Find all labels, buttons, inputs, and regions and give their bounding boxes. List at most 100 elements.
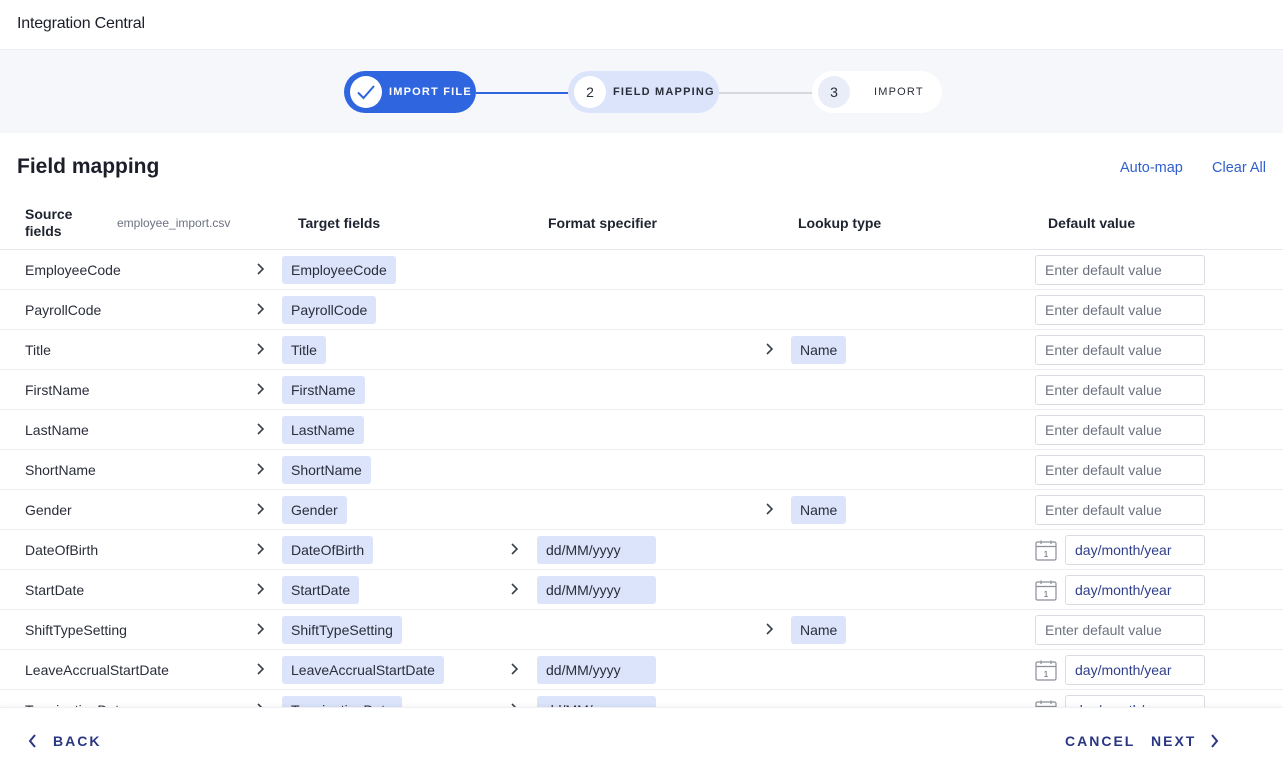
default-value-input[interactable] xyxy=(1035,295,1205,325)
chevron-right-icon[interactable] xyxy=(255,502,265,516)
stepper-connector-pending xyxy=(719,92,812,94)
chevron-right-icon[interactable] xyxy=(255,622,265,636)
next-label: NEXT xyxy=(1151,733,1197,749)
table-row: Gender Gender Name xyxy=(0,490,1283,530)
calendar-icon-day: 1 xyxy=(1044,590,1049,599)
step-label: IMPORT FILE xyxy=(389,86,472,98)
step-field-mapping[interactable]: 2 FIELD MAPPING xyxy=(568,71,719,113)
step-label: FIELD MAPPING xyxy=(613,86,715,98)
source-field-name: ShortName xyxy=(25,462,96,478)
default-date-input[interactable] xyxy=(1065,655,1205,685)
source-field-name: Gender xyxy=(25,502,72,518)
column-header-lookup-type: Lookup type xyxy=(798,215,882,231)
lookup-type-chip[interactable]: Name xyxy=(791,616,847,644)
column-header-format-specifier: Format specifier xyxy=(548,215,657,231)
app-title: Integration Central xyxy=(17,15,145,32)
auto-map-link[interactable]: Auto-map xyxy=(1120,160,1183,176)
chevron-right-icon[interactable] xyxy=(764,342,774,356)
target-field-chip[interactable]: LeaveAccrualStartDate xyxy=(282,656,444,684)
step-import-file[interactable]: IMPORT FILE xyxy=(344,71,476,113)
chevron-right-icon[interactable] xyxy=(255,422,265,436)
stepper-connector-completed xyxy=(476,92,568,94)
chevron-right-icon xyxy=(1211,734,1219,748)
chevron-right-icon[interactable] xyxy=(255,342,265,356)
target-field-chip[interactable]: Gender xyxy=(282,496,347,524)
table-row: LeaveAccrualStartDate LeaveAccrualStartDa… xyxy=(0,650,1283,690)
default-date-input[interactable] xyxy=(1065,695,1205,707)
default-value-input[interactable] xyxy=(1035,255,1205,285)
default-value-input[interactable] xyxy=(1035,495,1205,525)
table-row: TerminationDateTerminationDatedd/MM/yyyy… xyxy=(0,690,1283,707)
format-specifier-chip[interactable]: dd/MM/yyyy xyxy=(537,656,656,684)
target-field-chip[interactable]: StartDate xyxy=(282,576,360,604)
chevron-right-icon[interactable] xyxy=(764,502,774,516)
chevron-right-icon[interactable] xyxy=(255,462,265,476)
chevron-right-icon[interactable] xyxy=(255,302,265,316)
source-field-name: FirstName xyxy=(25,382,90,398)
step-import[interactable]: 3 IMPORT xyxy=(812,71,942,113)
table-row: FirstName FirstName xyxy=(0,370,1283,410)
default-date-input[interactable] xyxy=(1065,575,1205,605)
format-specifier-chip[interactable]: dd/MM/yyyy xyxy=(537,576,656,604)
lookup-type-chip[interactable]: Name xyxy=(791,496,847,524)
table-row: ShiftTypeSetting ShiftTypeSetting Name xyxy=(0,610,1283,650)
default-value-input[interactable] xyxy=(1035,615,1205,645)
next-button[interactable]: NEXT xyxy=(1151,733,1219,749)
source-field-name: LeaveAccrualStartDate xyxy=(25,662,169,678)
target-field-chip[interactable]: TerminationDate xyxy=(282,696,402,707)
calendar-icon[interactable]: 1 xyxy=(1035,660,1057,681)
cancel-button[interactable]: CANCEL xyxy=(1065,733,1135,749)
chevron-right-icon[interactable] xyxy=(509,582,519,596)
target-field-chip[interactable]: ShiftTypeSetting xyxy=(282,616,402,644)
column-header-source-fields: Source fields xyxy=(25,206,73,239)
chevron-right-icon[interactable] xyxy=(255,262,265,276)
default-date-input[interactable] xyxy=(1065,535,1205,565)
calendar-icon-day: 1 xyxy=(1044,550,1049,559)
chevron-right-icon[interactable] xyxy=(255,542,265,556)
source-field-name: ShiftTypeSetting xyxy=(25,622,127,638)
chevron-right-icon[interactable] xyxy=(255,382,265,396)
target-field-chip[interactable]: FirstName xyxy=(282,376,365,404)
table-row: PayrollCode PayrollCode xyxy=(0,290,1283,330)
source-field-name: EmployeeCode xyxy=(25,262,121,278)
chevron-right-icon[interactable] xyxy=(509,542,519,556)
default-value-input[interactable] xyxy=(1035,455,1205,485)
chevron-left-icon xyxy=(28,734,36,748)
column-header-default-value: Default value xyxy=(1048,215,1136,231)
mapping-table: EmployeeCodeEmployeeCodePayrollCodePayro… xyxy=(0,250,1283,707)
calendar-icon-day: 1 xyxy=(1044,670,1049,679)
target-field-chip[interactable]: Title xyxy=(282,336,326,364)
default-value-input[interactable] xyxy=(1035,335,1205,365)
table-row: ShortName ShortName xyxy=(0,450,1283,490)
clear-all-link[interactable]: Clear All xyxy=(1212,160,1266,176)
chevron-right-icon[interactable] xyxy=(255,582,265,596)
table-row: Title Title Name xyxy=(0,330,1283,370)
table-row: EmployeeCode EmployeeCode xyxy=(0,250,1283,290)
default-value-input[interactable] xyxy=(1035,375,1205,405)
source-field-name: PayrollCode xyxy=(25,302,102,318)
app-header: Integration Central xyxy=(0,0,1283,50)
target-field-chip[interactable]: DateOfBirth xyxy=(282,536,374,564)
calendar-icon[interactable]: 1 xyxy=(1035,580,1057,601)
check-icon xyxy=(350,76,382,108)
target-field-chip[interactable]: ShortName xyxy=(282,456,371,484)
back-button[interactable]: BACK xyxy=(28,733,101,749)
back-label: BACK xyxy=(53,733,102,749)
chevron-right-icon[interactable] xyxy=(764,622,774,636)
lookup-type-chip[interactable]: Name xyxy=(791,336,847,364)
table-row: StartDate StartDate dd/MM/yyyy 1 xyxy=(0,570,1283,610)
chevron-right-icon[interactable] xyxy=(255,662,265,676)
step-number: 2 xyxy=(574,76,606,108)
format-specifier-chip[interactable]: dd/MM/yyyy xyxy=(537,696,656,707)
source-field-name: Title xyxy=(25,342,51,358)
target-field-chip[interactable]: LastName xyxy=(282,416,364,444)
page-title: Field mapping xyxy=(17,155,160,178)
calendar-icon[interactable]: 1 xyxy=(1035,540,1057,561)
calendar-icon[interactable]: 1 xyxy=(1035,700,1057,707)
target-field-chip[interactable]: PayrollCode xyxy=(282,296,377,324)
default-value-input[interactable] xyxy=(1035,415,1205,445)
column-header-target-fields: Target fields xyxy=(298,215,381,231)
target-field-chip[interactable]: EmployeeCode xyxy=(282,256,396,284)
chevron-right-icon[interactable] xyxy=(509,662,519,676)
format-specifier-chip[interactable]: dd/MM/yyyy xyxy=(537,536,656,564)
